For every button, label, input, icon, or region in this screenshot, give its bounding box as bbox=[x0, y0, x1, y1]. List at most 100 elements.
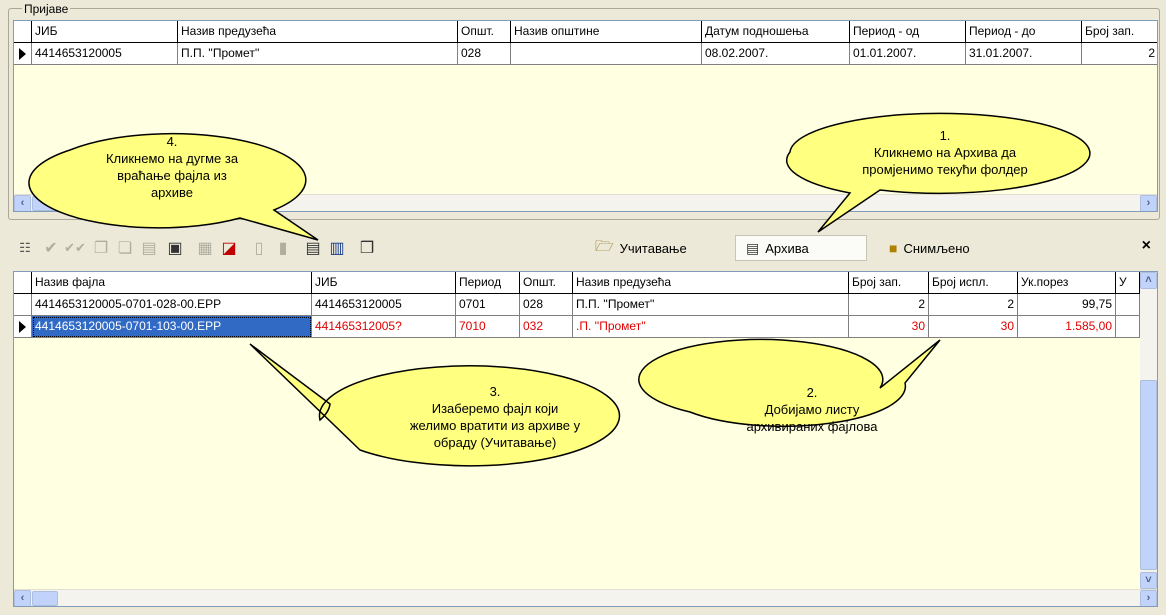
callout-4-line: Кликнемо на дугме за bbox=[105, 151, 239, 166]
saved-label: Снимљено bbox=[903, 240, 970, 256]
inspect-icon[interactable]: ▣ bbox=[163, 236, 187, 260]
col-header-company[interactable]: Назив предузећа bbox=[573, 272, 849, 294]
callout-2-line: Добијамо листу bbox=[764, 402, 860, 417]
restore-file-icon[interactable]: ◪ bbox=[217, 236, 241, 260]
table-cell[interactable]: 032 bbox=[520, 316, 573, 338]
table-cell[interactable]: 2 bbox=[1082, 43, 1157, 65]
toolbar: ☷ ✔ ✔✔ ❐ ❏ ▤ ▣ ▦ ◪ ▯ ▮ ▤ ▥ ❒ 🗁 Учитавање… bbox=[13, 233, 1163, 263]
col-header-payment-count[interactable]: Број испл. bbox=[929, 272, 1018, 294]
move-doc-icon[interactable]: ▤ bbox=[137, 236, 161, 260]
row-indicator[interactable] bbox=[14, 43, 32, 65]
table-cell[interactable]: 4414653120005 bbox=[312, 294, 456, 316]
add-doc-icon[interactable]: ❐ bbox=[89, 236, 113, 260]
scroll-thumb[interactable] bbox=[32, 196, 58, 211]
callout-4-line: враћање фајла из bbox=[117, 168, 227, 183]
table-cell[interactable] bbox=[1116, 316, 1140, 338]
col-header-municipality-code[interactable]: Општ. bbox=[458, 21, 511, 43]
table-cell[interactable]: 028 bbox=[520, 294, 573, 316]
col-header-jib[interactable]: ЈИБ bbox=[312, 272, 456, 294]
archive-cabinet-icon: ▤ bbox=[746, 239, 760, 256]
callout-4: 4. Кликнемо на дугме за враћање фајла из… bbox=[72, 133, 272, 201]
table-cell[interactable]: 31.01.2007. bbox=[966, 43, 1082, 65]
table-cell[interactable]: П.П. ''Промет'' bbox=[573, 294, 849, 316]
col-header-jib[interactable]: ЈИБ bbox=[32, 21, 178, 43]
horizontal-scrollbar[interactable]: ‹ › bbox=[14, 589, 1157, 606]
table-cell[interactable]: 4414653120005 bbox=[32, 43, 178, 65]
table-cell[interactable] bbox=[511, 43, 702, 65]
table-cell-selected[interactable]: 4414653120005-0701-103-00.EPP bbox=[32, 316, 312, 338]
pages-icon[interactable]: ▮ bbox=[271, 236, 295, 260]
callout-3-line: Изаберемо фајл који bbox=[431, 401, 559, 416]
table-cell[interactable]: 99,75 bbox=[1018, 294, 1116, 316]
table-cell[interactable]: 01.01.2007. bbox=[850, 43, 966, 65]
table-cell[interactable]: 7010 bbox=[456, 316, 520, 338]
saved-folder-icon: ■ bbox=[889, 240, 898, 256]
archive-label: Архива bbox=[765, 240, 809, 256]
callout-1-line: промјенимо текући фолдер bbox=[862, 162, 1028, 177]
load-button[interactable]: 🗁 Учитавање bbox=[585, 235, 697, 261]
scroll-thumb[interactable] bbox=[1140, 380, 1157, 570]
col-header-company[interactable]: Назив предузећа bbox=[178, 21, 458, 43]
table-cell[interactable]: 0701 bbox=[456, 294, 520, 316]
table-cell[interactable]: 2 bbox=[929, 294, 1018, 316]
table-cell[interactable]: П.П. ''Промет'' bbox=[178, 43, 458, 65]
scroll-left-icon[interactable]: ‹ bbox=[14, 195, 31, 211]
col-header-total-tax[interactable]: Ук.порез bbox=[1018, 272, 1116, 294]
col-header-record-count[interactable]: Број зап. bbox=[849, 272, 929, 294]
table-cell[interactable]: 30 bbox=[849, 316, 929, 338]
callout-1: 1. Кликнемо на Архива да промјенимо теку… bbox=[820, 127, 1070, 178]
report-icon[interactable]: ▤ bbox=[301, 236, 325, 260]
callout-2: 2. Добијамо листу архивираних фајлова bbox=[722, 384, 902, 435]
callout-3-line: обраду (Учитавање) bbox=[433, 435, 557, 450]
check-icon[interactable]: ✔ bbox=[39, 236, 63, 260]
callout-3-line: 3. bbox=[489, 384, 501, 399]
table-cell[interactable]: 2 bbox=[849, 294, 929, 316]
vertical-scrollbar[interactable]: ˄ ˅ bbox=[1140, 272, 1157, 589]
col-header-period-from[interactable]: Период - од bbox=[850, 21, 966, 43]
close-icon[interactable]: × bbox=[1142, 237, 1151, 255]
load-label: Учитавање bbox=[619, 240, 687, 256]
col-header-period[interactable]: Период bbox=[456, 272, 520, 294]
col-header-municipality-name[interactable]: Назив општине bbox=[511, 21, 702, 43]
callout-4-line: 4. bbox=[166, 134, 178, 149]
callout-1-line: 1. bbox=[939, 128, 951, 143]
archive-button[interactable]: ▤ Архива bbox=[735, 235, 867, 261]
row-indicator-header bbox=[14, 272, 32, 294]
current-row-arrow-icon bbox=[19, 321, 26, 333]
table-cell[interactable]: 4414653120005-0701-028-00.EPP bbox=[32, 294, 312, 316]
columns-icon[interactable]: ☷ bbox=[13, 236, 37, 260]
col-header-filename[interactable]: Назив фајла bbox=[32, 272, 312, 294]
table-cell[interactable]: .П. ''Промет'' bbox=[573, 316, 849, 338]
scroll-down-icon[interactable]: ˅ bbox=[1140, 572, 1157, 589]
row-indicator[interactable] bbox=[14, 294, 32, 316]
scroll-right-icon[interactable]: › bbox=[1140, 590, 1157, 606]
table-cell[interactable]: 441465312005? bbox=[312, 316, 456, 338]
scroll-thumb[interactable] bbox=[32, 591, 58, 606]
callout-4-line: архиве bbox=[150, 185, 194, 200]
saved-button[interactable]: ■ Снимљено bbox=[879, 235, 980, 261]
copy-doc-icon[interactable]: ❏ bbox=[113, 236, 137, 260]
current-row-arrow-icon bbox=[19, 48, 26, 60]
callout-1-line: Кликнемо на Архива да bbox=[873, 145, 1017, 160]
report-table-icon[interactable]: ▥ bbox=[325, 236, 349, 260]
scroll-up-icon[interactable]: ˄ bbox=[1140, 272, 1157, 289]
table-cell[interactable]: 1.585,00 bbox=[1018, 316, 1116, 338]
double-check-icon[interactable]: ✔✔ bbox=[63, 236, 87, 260]
doc-arrow-icon[interactable]: ▦ bbox=[193, 236, 217, 260]
row-indicator[interactable] bbox=[14, 316, 32, 338]
callout-2-line: 2. bbox=[806, 385, 818, 400]
col-header-period-to[interactable]: Период - до bbox=[966, 21, 1082, 43]
col-header-record-count[interactable]: Број зап. bbox=[1082, 21, 1157, 43]
page-icon[interactable]: ▯ bbox=[247, 236, 271, 260]
table-cell[interactable]: 30 bbox=[929, 316, 1018, 338]
table-cell[interactable]: 028 bbox=[458, 43, 511, 65]
stack-icon[interactable]: ❒ bbox=[355, 236, 379, 260]
table-cell[interactable]: 08.02.2007. bbox=[702, 43, 850, 65]
table-cell[interactable] bbox=[1116, 294, 1140, 316]
col-header-extra[interactable]: У bbox=[1116, 272, 1140, 294]
col-header-submission-date[interactable]: Датум подношења bbox=[702, 21, 850, 43]
folder-open-icon: 🗁 bbox=[595, 237, 614, 255]
col-header-municipality-code[interactable]: Општ. bbox=[520, 272, 573, 294]
scroll-right-icon[interactable]: › bbox=[1140, 195, 1157, 211]
scroll-left-icon[interactable]: ‹ bbox=[14, 590, 31, 606]
